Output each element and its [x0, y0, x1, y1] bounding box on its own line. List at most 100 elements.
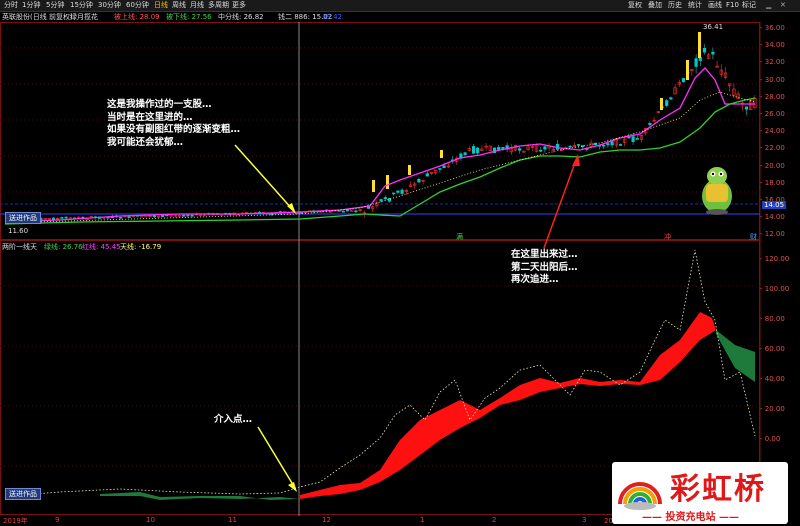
annotation-line: 如果没有副图红带的逐渐变粗… — [107, 124, 241, 135]
candle-body — [400, 189, 404, 194]
candle-body — [425, 173, 429, 177]
brand-tagline: —— 投资充电站 —— — [642, 512, 739, 523]
date-axis-label: 3 — [582, 516, 587, 524]
arrow-entry-bottom-head — [288, 482, 297, 492]
date-axis-label: 9 — [55, 516, 60, 524]
candle-body — [417, 179, 421, 183]
annotation-line: 在这里出来过… — [511, 249, 578, 260]
marker-2[interactable]: 冲 — [664, 232, 671, 242]
rainbow-icon — [618, 482, 662, 510]
main-axis-tick: - 26.00 — [760, 110, 785, 118]
price-tag: 14.05 — [762, 201, 787, 209]
candle-body — [463, 152, 467, 155]
candle-body — [64, 216, 68, 219]
mascot-icon — [702, 167, 732, 215]
main-axis-tick: - 12.00 — [760, 230, 785, 239]
date-axis-label: 12 — [322, 516, 331, 524]
candle-body — [702, 47, 707, 53]
badge-bottom[interactable]: 送进作品 — [5, 488, 41, 500]
candle-body — [576, 144, 581, 146]
highlight-candle — [386, 175, 389, 189]
arrow-entry-bottom — [257, 426, 296, 489]
candle-body — [568, 145, 572, 148]
candle-body — [602, 144, 606, 147]
candle-body — [51, 217, 56, 220]
candle-body — [471, 146, 476, 154]
low-price-label: 11.60 — [8, 227, 29, 235]
candle-body — [635, 138, 639, 140]
badge-top[interactable]: 送进作品 — [5, 212, 41, 224]
candle-body — [476, 147, 480, 154]
candle-body — [694, 58, 698, 67]
brand-name: 彩虹桥 — [670, 472, 766, 507]
sub-axis-tick: - 100.00 — [760, 285, 790, 293]
candle-body — [518, 148, 522, 151]
date-axis-label: 10 — [146, 516, 155, 524]
candle-body — [190, 214, 194, 217]
green-band-left — [100, 492, 300, 500]
annotation-entry-point: 介入点… — [214, 414, 253, 425]
candle-body — [152, 215, 156, 218]
candle-body — [669, 97, 673, 100]
chart-canvas[interactable] — [0, 0, 800, 526]
annotation-line: 当时是在这里进的… — [107, 111, 193, 123]
sub-axis-tick: - 0.00 — [760, 435, 781, 443]
candle-body — [396, 190, 400, 193]
arrow-entry-top — [234, 144, 294, 211]
sub-axis-tick: - 40.00 — [760, 375, 785, 383]
main-axis-tick: - 28.00 — [760, 92, 785, 101]
candle-body — [354, 210, 358, 213]
main-axis-tick: - 30.00 — [760, 75, 785, 84]
main-axis-tick: - 18.00 — [760, 178, 785, 187]
highlight-candle — [440, 150, 443, 158]
candle-body — [606, 143, 610, 146]
candle-body — [627, 136, 631, 139]
candle-body — [543, 146, 547, 150]
candle-body — [681, 78, 686, 83]
sub-axis-tick: - 20.00 — [760, 405, 785, 413]
candle-body — [392, 192, 396, 195]
marker-1[interactable]: 满 — [456, 232, 463, 242]
candle-body — [60, 217, 64, 219]
highlight-candle — [372, 180, 375, 192]
candle-body — [383, 197, 387, 200]
candle-body — [497, 146, 501, 150]
highlight-candle — [686, 60, 689, 80]
annotation-line: 第二天出阳后… — [511, 261, 578, 273]
candle-body — [186, 214, 190, 217]
candle-body — [711, 51, 715, 55]
green-line-value: 绿线: 26.76 — [44, 243, 83, 251]
highlight-candle — [660, 98, 663, 110]
candle-body — [345, 209, 350, 212]
sub-axis-tick: - 80.00 — [760, 315, 785, 323]
marker-3[interactable]: 财 — [750, 232, 757, 242]
candle-body — [618, 144, 623, 146]
date-axis-label: 2 — [492, 516, 497, 524]
main-axis-tick: - 36.00 — [760, 24, 785, 32]
candle-body — [341, 210, 345, 213]
sky-line — [4, 249, 756, 497]
candle-body — [438, 168, 442, 170]
annotation-operation: 这是我操作过的一支股… 当时是在这里进的… 如果没有副图红带的逐渐变粗… 我可能… — [107, 99, 240, 149]
candle-body — [539, 149, 543, 152]
date-axis-label: 11 — [228, 516, 237, 524]
date-axis-label: 2019年 — [3, 517, 28, 525]
main-axis-tick: - 24.00 — [760, 127, 785, 136]
brand-logo: 彩虹桥 —— 投资充电站 —— — [612, 462, 788, 524]
main-axis-tick: - 22.00 — [760, 144, 785, 153]
main-axis-tick: - 34.00 — [760, 41, 785, 50]
candle-body — [648, 122, 652, 125]
annotation-line: 再次追进… — [511, 274, 559, 285]
candle-body — [119, 216, 123, 219]
red-line-value: 红线: 45.45 — [82, 243, 121, 251]
candle-body — [379, 199, 383, 202]
candle-body — [182, 214, 186, 217]
main-axis-tick: - 14.00 — [760, 213, 785, 222]
candle-body — [127, 216, 131, 218]
annotation-line: 这是我操作过的一支股… — [107, 99, 212, 110]
date-axis-label: 1 — [420, 516, 425, 524]
annotation-reentry: 在这里出来过… 第二天出阳后… 再次追进… — [511, 249, 578, 287]
candle-body — [610, 141, 614, 146]
highlight-candle — [698, 32, 701, 58]
main-axis-tick: - 32.00 — [760, 58, 785, 67]
